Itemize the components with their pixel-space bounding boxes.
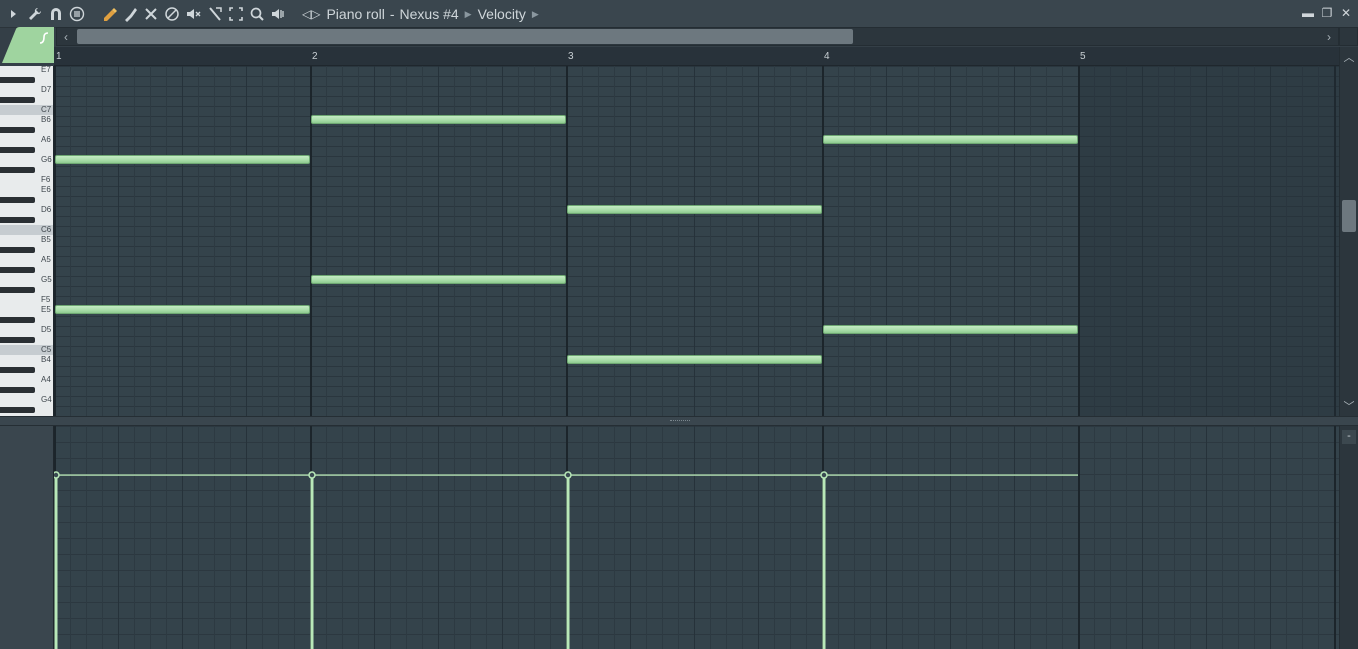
key-label: D5	[41, 325, 52, 334]
note[interactable]	[311, 115, 566, 124]
menu-list-icon[interactable]	[68, 5, 86, 23]
select-tool-icon[interactable]	[227, 5, 245, 23]
scroll-down-icon[interactable]: ﹀	[1340, 398, 1358, 414]
black-key[interactable]	[0, 217, 35, 223]
key-label: G5	[41, 275, 52, 284]
velocity-lane[interactable]	[54, 426, 1339, 649]
key-label: B5	[41, 235, 51, 244]
mute-tool-icon[interactable]	[163, 5, 181, 23]
collapse-button[interactable]: -	[1342, 430, 1356, 444]
key-label: E5	[41, 305, 51, 314]
key-label: G4	[41, 395, 52, 404]
black-key[interactable]	[0, 287, 35, 293]
corner-button[interactable]	[1339, 27, 1358, 46]
playback-icon[interactable]	[269, 5, 287, 23]
key-label: A6	[41, 135, 51, 144]
bar-number: 4	[824, 51, 830, 62]
magnet-icon[interactable]	[47, 5, 65, 23]
speaker-mute-icon[interactable]	[184, 5, 202, 23]
black-key[interactable]	[0, 337, 35, 343]
key-label: E7	[41, 66, 51, 74]
note[interactable]	[823, 325, 1078, 334]
black-key[interactable]	[0, 147, 35, 153]
vertical-scrollbar[interactable]: ︿ ﹀	[1339, 47, 1358, 416]
black-key[interactable]	[0, 167, 35, 173]
restore-button[interactable]: ❐	[1318, 4, 1336, 22]
menu-arrow-icon[interactable]	[4, 5, 22, 23]
key-label: D7	[41, 85, 52, 94]
bar-number: 5	[1080, 51, 1086, 62]
bar-number: 3	[568, 51, 574, 62]
panel-splitter[interactable]	[0, 416, 1358, 426]
event-editor-right-bar: -	[1339, 426, 1358, 649]
wrench-icon[interactable]	[26, 5, 44, 23]
piano-keyboard[interactable]: E7 D7 C7 B6 A6 G6 F6 E6 D6 C6 B5 A5 G5 F5 E5 D5 C5 B4 A4 G4	[0, 66, 54, 416]
black-key[interactable]	[0, 267, 35, 273]
key-label: A4	[41, 375, 51, 384]
chevron-right-icon: ▶	[464, 8, 472, 19]
key-label: B4	[41, 355, 51, 364]
scroll-right-icon[interactable]: ›	[1320, 28, 1338, 45]
grid-empty-region	[1080, 66, 1339, 416]
breadcrumb-item-piano-roll[interactable]: Piano roll	[326, 6, 384, 22]
close-button[interactable]: ✕	[1337, 4, 1355, 22]
note[interactable]	[55, 155, 310, 164]
black-key[interactable]	[0, 127, 35, 133]
velocity-handle[interactable]	[308, 471, 316, 479]
timeline-ruler[interactable]: 1 2 3 4 5	[54, 47, 1339, 66]
breadcrumb-dash: -	[389, 6, 395, 22]
black-key[interactable]	[0, 197, 35, 203]
tool-tab-button[interactable]	[2, 27, 54, 63]
key-label: B6	[41, 115, 51, 124]
breadcrumb-item-channel[interactable]: Nexus #4	[400, 6, 459, 22]
zoom-icon[interactable]	[248, 5, 266, 23]
bar-number: 2	[312, 51, 318, 62]
black-key[interactable]	[0, 77, 35, 83]
delete-tool-icon[interactable]	[142, 5, 160, 23]
velocity-handle[interactable]	[820, 471, 828, 479]
horizontal-scroll-thumb[interactable]	[77, 29, 853, 44]
note[interactable]	[567, 205, 822, 214]
velocity-handle[interactable]	[54, 471, 60, 479]
slice-tool-icon[interactable]	[206, 5, 224, 23]
vertical-scroll-thumb[interactable]	[1342, 200, 1356, 232]
note[interactable]	[823, 135, 1078, 144]
key-label: A5	[41, 255, 51, 264]
key-label: E6	[41, 185, 51, 194]
key-label: F6	[41, 175, 51, 184]
black-key[interactable]	[0, 97, 35, 103]
black-key[interactable]	[0, 247, 35, 253]
key-label: F5	[41, 295, 51, 304]
speaker-icon[interactable]: ◁▷	[302, 7, 320, 21]
pencil-icon[interactable]	[101, 5, 119, 23]
key-label: C5	[41, 345, 52, 354]
black-key[interactable]	[0, 317, 35, 323]
breadcrumb-item-velocity[interactable]: Velocity	[478, 6, 526, 22]
velocity-event-editor[interactable]	[54, 426, 1339, 649]
note-grid[interactable]	[54, 66, 1339, 416]
black-key[interactable]	[0, 407, 35, 413]
velocity-handle[interactable]	[564, 471, 572, 479]
title-bar: ◁▷ Piano roll - Nexus #4 ▶ Velocity ▶ ▬ …	[0, 0, 1358, 28]
minimize-button[interactable]: ▬	[1299, 4, 1317, 22]
scroll-left-icon[interactable]: ‹	[57, 28, 75, 45]
chevron-right-icon: ▶	[531, 8, 539, 19]
black-key[interactable]	[0, 367, 35, 373]
key-label: G6	[41, 155, 52, 164]
key-label: C7	[41, 105, 52, 114]
scroll-up-icon[interactable]: ︿	[1340, 49, 1358, 65]
event-editor-side-panel	[0, 426, 54, 649]
note[interactable]	[567, 355, 822, 364]
horizontal-scrollbar[interactable]: ‹ ›	[56, 27, 1339, 46]
note[interactable]	[55, 305, 310, 314]
breadcrumb: ◁▷ Piano roll - Nexus #4 ▶ Velocity ▶	[302, 0, 545, 28]
piano-roll-window: ◁▷ Piano roll - Nexus #4 ▶ Velocity ▶ ▬ …	[0, 0, 1358, 649]
splitter-grip[interactable]	[670, 420, 690, 422]
bar-number: 1	[56, 51, 62, 62]
key-label: D6	[41, 205, 52, 214]
black-key[interactable]	[0, 387, 35, 393]
note[interactable]	[311, 275, 566, 284]
paint-brush-icon[interactable]	[121, 5, 139, 23]
key-label: C6	[41, 225, 52, 234]
